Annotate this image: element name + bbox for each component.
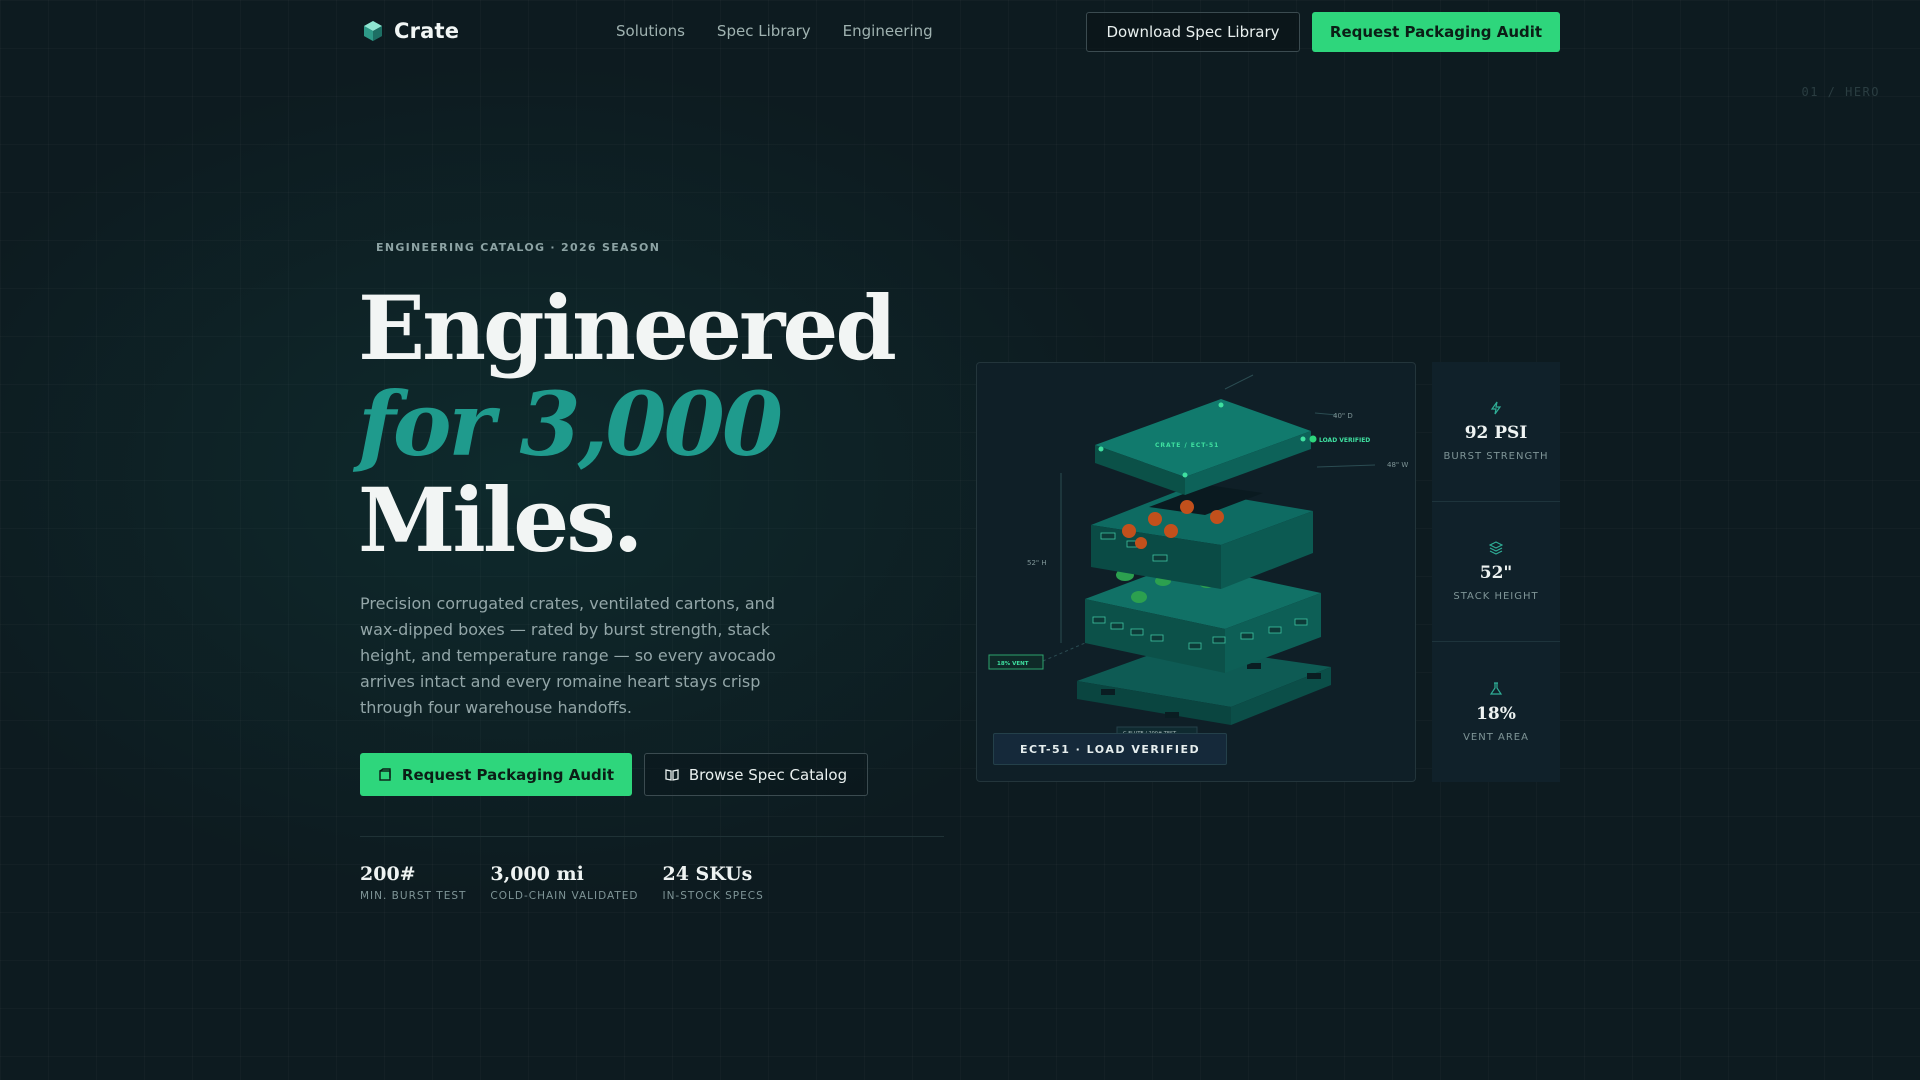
stat-value: 200# [360,863,416,885]
stat-value: 3,000 mi [490,863,584,885]
hero-stats: 200# MIN. BURST TEST 3,000 mi COLD-CHAIN… [360,863,764,902]
spec-vent-area: 18% VENT AREA [1432,642,1560,782]
spec-value: 92 PSI [1464,423,1528,443]
spec-burst-strength: 92 PSI BURST STRENGTH [1432,362,1560,502]
nav-link-solutions[interactable]: Solutions [616,22,685,40]
load-verified-label: LOAD VERIFIED [1319,437,1370,444]
illustration-caption: ECT-51 · LOAD VERIFIED [993,733,1228,765]
eyebrow: ENGINEERING CATALOG · 2026 SEASON [376,241,661,254]
top-nav: Crate Solutions Spec Library Engineering… [0,0,1920,64]
brand-name: Crate [394,19,460,43]
spec-column: 92 PSI BURST STRENGTH 52" STACK HEIGHT 1… [1432,362,1560,782]
nav-links: Solutions Spec Library Engineering [616,22,933,40]
request-audit-hero-button[interactable]: Request Packaging Audit [360,753,632,796]
brand-logo[interactable]: Crate [362,19,459,43]
flask-icon [1489,681,1503,695]
spec-value: 18% [1476,703,1516,724]
book-icon [665,768,679,781]
stat-item: 3,000 mi COLD-CHAIN VALIDATED [490,863,638,902]
request-audit-nav-button[interactable]: Request Packaging Audit [1312,12,1560,52]
layers-icon [1489,541,1503,555]
hero-lead: Precision corrugated crates, ventilated … [360,594,776,717]
headline-line-1: Engineered [358,276,897,380]
depth-label: 40" D [1333,412,1353,420]
stat-item: 200# MIN. BURST TEST [360,863,466,902]
box-icon [379,767,391,781]
spec-label: STACK HEIGHT [1453,591,1539,602]
download-spec-library-button[interactable]: Download Spec Library [1086,12,1300,52]
headline-line-3: Miles. [358,468,643,572]
stats-divider [360,836,944,837]
hero-headline: Engineered for 3,000 Miles. [358,276,897,572]
request-audit-hero-label: Request Packaging Audit [401,765,615,784]
nav-link-spec-library[interactable]: Spec Library [717,22,811,40]
crate-illustration-card: CRATE / ECT-51 LOAD VERIFIED 40" D 48" W… [976,362,1416,782]
headline-line-2: for 3,000 [358,372,783,476]
lid-label: CRATE / ECT-51 [1155,442,1219,449]
width-label: 48" W [1387,461,1408,469]
height-label: 52" H [1027,559,1047,567]
vent-label: 18% VENT [997,661,1029,667]
lightning-icon [1490,401,1502,415]
browse-catalog-label: Browse Spec Catalog [688,765,848,784]
stat-label: MIN. BURST TEST [360,890,467,902]
crate-logo-icon [364,21,382,41]
stat-item: 24 SKUs IN-STOCK SPECS [662,863,763,902]
browse-catalog-button[interactable]: Browse Spec Catalog [644,753,868,796]
spec-stack-height: 52" STACK HEIGHT [1432,502,1560,642]
stat-label: COLD-CHAIN VALIDATED [490,890,639,902]
nav-link-engineering[interactable]: Engineering [843,22,933,40]
stat-value: 24 SKUs [662,863,753,885]
spec-label: BURST STRENGTH [1443,451,1549,462]
spec-value: 52" [1479,563,1513,583]
stat-label: IN-STOCK SPECS [662,890,764,902]
section-label: 01 / HERO [1801,85,1880,99]
exploded-crate-illustration: CRATE / ECT-51 LOAD VERIFIED 40" D 48" W… [988,374,1408,739]
spec-label: VENT AREA [1463,731,1529,743]
